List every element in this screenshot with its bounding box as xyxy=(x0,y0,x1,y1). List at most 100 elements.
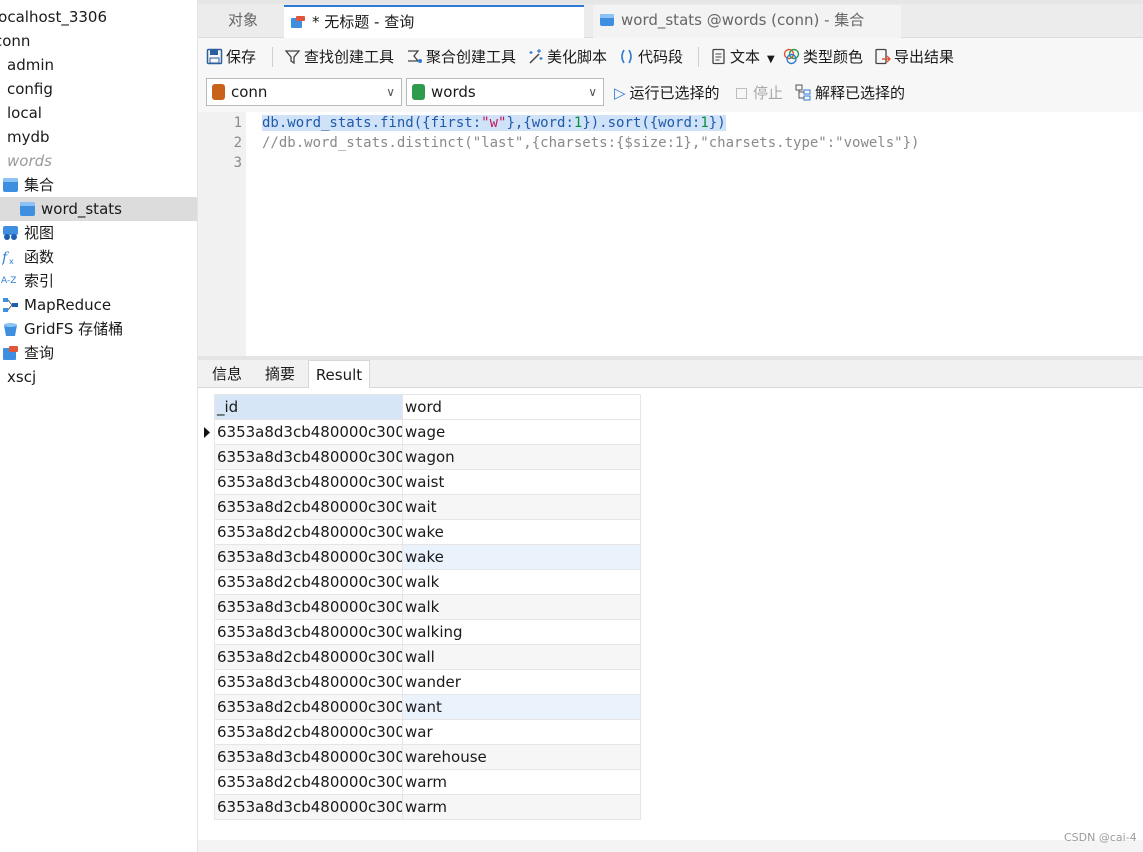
tree-collection-word-stats[interactable]: word_stats xyxy=(0,197,197,221)
cell-id[interactable]: 6353a8d3cb480000c3003 xyxy=(214,594,403,620)
cell-word[interactable]: wander xyxy=(402,669,641,695)
explain-selected-label: 解释已选择的 xyxy=(815,84,906,102)
tree-group-functions[interactable]: f x 函数 xyxy=(0,245,197,269)
cell-word[interactable]: want xyxy=(402,694,641,720)
table-row[interactable]: 6353a8d2cb480000c3003 wake xyxy=(214,519,641,545)
result-grid-panel: _id word 6353a8d3cb480000c3003 wage 6353a8… xyxy=(198,388,1143,840)
cell-word[interactable]: war xyxy=(402,719,641,745)
tab-summary[interactable]: 摘要 xyxy=(256,360,304,389)
table-row[interactable]: 6353a8d3cb480000c3003 walking xyxy=(214,619,641,645)
tree-db-mydb[interactable]: mydb xyxy=(0,125,197,149)
tree-db-admin[interactable]: admin xyxy=(0,53,197,77)
tree-group-collections[interactable]: 集合 xyxy=(0,173,197,197)
column-header-word[interactable]: word xyxy=(402,394,641,420)
cell-word[interactable]: walk xyxy=(402,594,641,620)
text-mode-button[interactable]: 文本 ▼ xyxy=(710,46,775,68)
cell-word[interactable]: walk xyxy=(402,569,641,595)
cell-id[interactable]: 6353a8d2cb480000c3002 xyxy=(214,644,403,670)
table-row[interactable]: 6353a8d2cb480000c3003 warm xyxy=(214,769,641,795)
table-row[interactable]: 6353a8d3cb480000c3003 wake xyxy=(214,544,641,570)
chevron-down-icon: ∨ xyxy=(588,85,597,99)
palette-icon xyxy=(783,48,800,65)
tree-db-words[interactable]: words xyxy=(0,149,197,173)
cell-id[interactable]: 6353a8d2cb480000c3002 xyxy=(214,719,403,745)
save-button[interactable]: 保存 xyxy=(206,46,256,68)
aggregate-builder-button[interactable]: 聚合创建工具 xyxy=(406,46,516,68)
tree-db-config[interactable]: config xyxy=(0,77,197,101)
table-row[interactable]: 6353a8d3cb480000c3003 walk xyxy=(214,594,641,620)
type-color-button[interactable]: 类型颜色 xyxy=(783,46,863,68)
cell-word[interactable]: wall xyxy=(402,644,641,670)
cell-word[interactable]: warm xyxy=(402,794,641,820)
tree-group-mapreduce[interactable]: MapReduce xyxy=(0,293,197,317)
explain-selected-button[interactable]: 解释已选择的 xyxy=(795,82,905,104)
cell-word[interactable]: walking xyxy=(402,619,641,645)
cell-word[interactable]: warehouse xyxy=(402,744,641,770)
connection-select[interactable]: conn ∨ xyxy=(206,78,402,106)
cell-id[interactable]: 6353a8d2cb480000c3002 xyxy=(214,694,403,720)
tree-conn[interactable]: conn xyxy=(0,29,197,53)
tab-label: 对象 xyxy=(228,11,259,29)
table-row[interactable]: 6353a8d3cb480000c3003 warm xyxy=(214,794,641,820)
cell-id[interactable]: 6353a8d3cb480000c3003 xyxy=(214,794,403,820)
cell-id[interactable]: 6353a8d3cb480000c3003 xyxy=(214,544,403,570)
query-editor[interactable]: 1 2 3 db.word_stats.find({first:"w"},{wo… xyxy=(198,112,1143,356)
table-row[interactable]: 6353a8d2cb480000c3002 wall xyxy=(214,644,641,670)
run-selected-button[interactable]: ▷ 运行已选择的 xyxy=(614,82,720,104)
cell-id[interactable]: 6353a8d2cb480000c3003 xyxy=(214,519,403,545)
database-select[interactable]: words ∨ xyxy=(406,78,604,106)
tab-collection[interactable]: word_stats @words (conn) - 集合 xyxy=(593,5,901,38)
cell-word[interactable]: wagon xyxy=(402,444,641,470)
tab-query[interactable]: * 无标题 - 查询 xyxy=(284,5,584,38)
tree-db-local[interactable]: local xyxy=(0,101,197,125)
beautify-button[interactable]: 美化脚本 xyxy=(527,46,607,68)
cell-id[interactable]: 6353a8d3cb480000c3003 xyxy=(214,419,403,445)
cell-id[interactable]: 6353a8d2cb480000c3002 xyxy=(214,494,403,520)
aggregate-builder-label: 聚合创建工具 xyxy=(426,48,517,66)
tree-group-views[interactable]: 视图 xyxy=(0,221,197,245)
table-row[interactable]: 6353a8d2cb480000c3002 wait xyxy=(214,494,641,520)
cell-word[interactable]: wage xyxy=(402,419,641,445)
table-row[interactable]: 6353a8d2cb480000c3002 want xyxy=(214,694,641,720)
collection-icon xyxy=(20,202,35,216)
cell-word[interactable]: warm xyxy=(402,769,641,795)
cell-id[interactable]: 6353a8d3cb480000c3003 xyxy=(214,619,403,645)
cell-id[interactable]: 6353a8d3cb480000c3004 xyxy=(214,744,403,770)
code-token: }) xyxy=(708,115,726,131)
snippet-label: 代码段 xyxy=(638,48,684,66)
cell-id[interactable]: 6353a8d2cb480000c3002 xyxy=(214,569,403,595)
tree-connection[interactable]: localhost_3306 xyxy=(0,5,197,29)
cell-word[interactable]: wait xyxy=(402,494,641,520)
code-line-1[interactable]: db.word_stats.find({first:"w"},{word: 1})… xyxy=(262,115,726,131)
tree-group-gridfs[interactable]: GridFS 存储桶 xyxy=(0,317,197,341)
cell-word[interactable]: waist xyxy=(402,469,641,495)
tab-info[interactable]: 信息 xyxy=(202,360,252,389)
cell-id[interactable]: 6353a8d3cb480000c3003 xyxy=(214,669,403,695)
find-builder-button[interactable]: 查找创建工具 xyxy=(284,46,394,68)
snippet-button[interactable]: 代码段 xyxy=(618,46,683,68)
tab-objects[interactable]: 对象 xyxy=(228,5,288,38)
tab-result[interactable]: Result xyxy=(308,360,370,389)
cell-id[interactable]: 6353a8d2cb480000c3003 xyxy=(214,769,403,795)
table-row[interactable]: 6353a8d3cb480000c3003 wander xyxy=(214,669,641,695)
tree-group-queries[interactable]: 查询 xyxy=(0,341,197,365)
table-row[interactable]: 6353a8d3cb480000c3003 waist xyxy=(214,469,641,495)
table-row[interactable]: 6353a8d2cb480000c3002 war xyxy=(214,719,641,745)
tree-group-indexes[interactable]: A-Z 索引 xyxy=(0,269,197,293)
table-row[interactable]: 6353a8d2cb480000c3002 walk xyxy=(214,569,641,595)
cell-id[interactable]: 6353a8d3cb480000c3003 xyxy=(214,444,403,470)
tree-db-xscj[interactable]: xscj xyxy=(0,365,197,389)
stop-button[interactable]: 停止 xyxy=(736,82,783,104)
table-row[interactable]: 6353a8d3cb480000c3004 warehouse xyxy=(214,744,641,770)
tree-db-label: xscj xyxy=(7,368,37,386)
tree-group-label: 函数 xyxy=(24,248,55,266)
cell-word[interactable]: wake xyxy=(402,519,641,545)
table-row[interactable]: 6353a8d3cb480000c3003 wagon xyxy=(214,444,641,470)
cell-id[interactable]: 6353a8d3cb480000c3003 xyxy=(214,469,403,495)
code-line-2[interactable]: //db.word_stats.distinct("last",{charset… xyxy=(262,135,919,151)
chevron-down-icon[interactable]: ▼ xyxy=(767,54,775,65)
cell-word[interactable]: wake xyxy=(402,544,641,570)
column-header-id[interactable]: _id xyxy=(214,394,403,420)
export-button[interactable]: 导出结果 xyxy=(874,46,954,68)
table-row[interactable]: 6353a8d3cb480000c3003 wage xyxy=(214,419,641,445)
